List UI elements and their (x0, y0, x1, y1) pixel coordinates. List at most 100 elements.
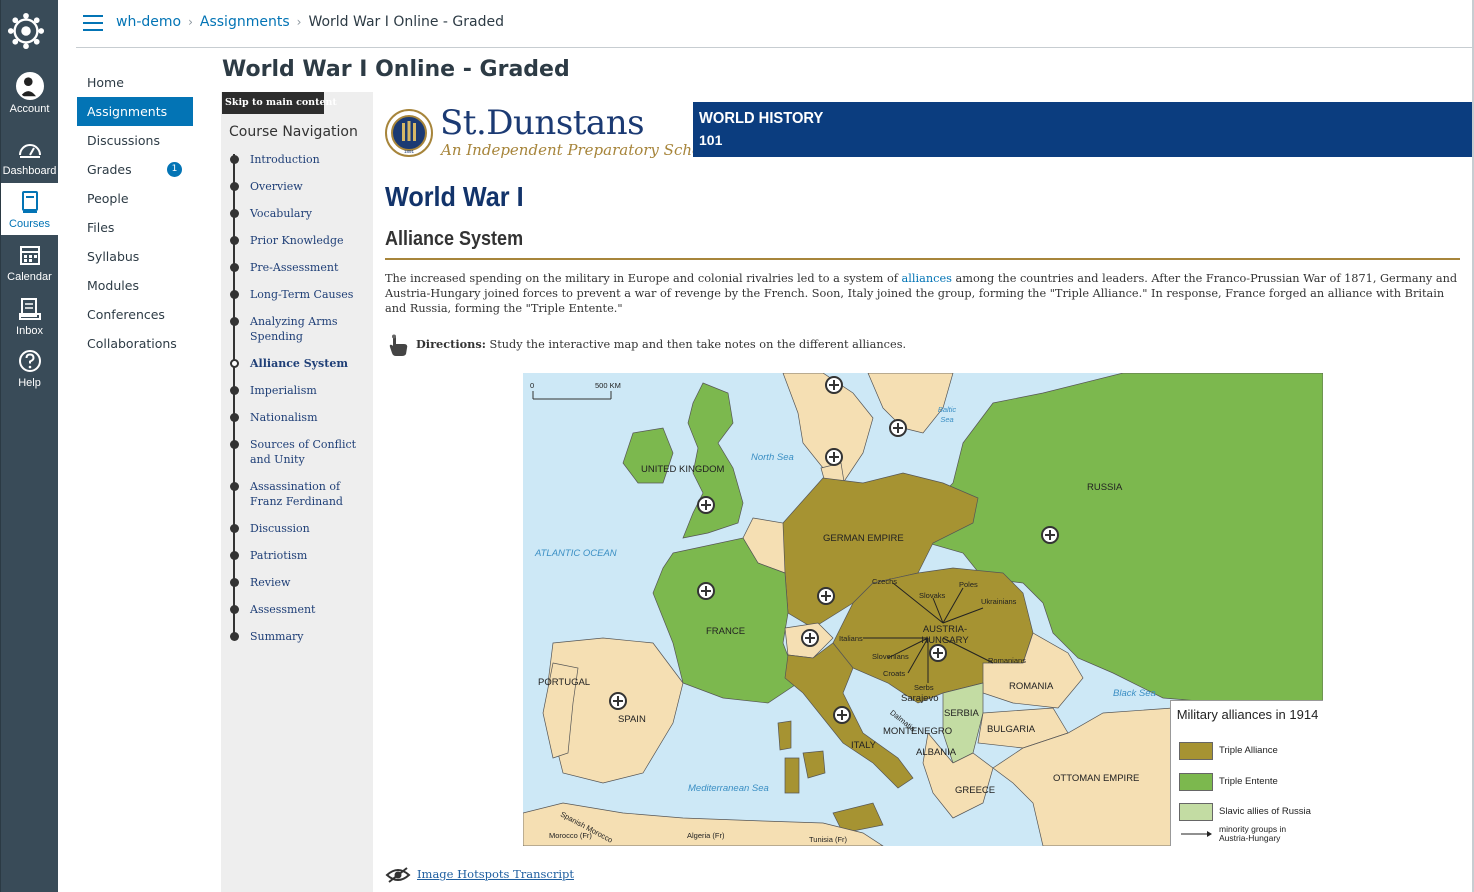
legend-label: minority groups in Austria-Hungary (1219, 824, 1287, 843)
course-nav-grades[interactable]: Grades 1 (77, 155, 193, 184)
breadcrumb-course-link[interactable]: wh-demo (116, 14, 181, 30)
topic-assassination[interactable]: Assassination of Franz Ferdinand (230, 479, 370, 509)
topic-label: Nationalism (250, 411, 318, 424)
map-hotspot-austria-hungary[interactable] (929, 644, 947, 662)
global-nav-account[interactable]: Account (1, 72, 58, 124)
map-label-romanians: Romanians (988, 656, 1026, 665)
topic-label: Long-Term Causes (250, 288, 354, 301)
map-hotspot-scandinavia[interactable] (825, 376, 843, 394)
map-label-north-sea: North Sea (751, 452, 794, 463)
map-legend: Military alliances in 1914 Triple Allian… (1170, 700, 1323, 846)
image-hotspots-transcript-link[interactable]: Image Hotspots Transcript (385, 866, 574, 884)
topic-analyzing-arms-spending[interactable]: Analyzing Arms Spending (230, 314, 370, 344)
map-hotspot-france[interactable] (697, 582, 715, 600)
course-banner-title: WORLD HISTORY (699, 110, 824, 127)
alliances-link[interactable]: alliances (902, 272, 952, 285)
global-nav-help[interactable]: Help (1, 348, 58, 394)
map-scale-zero: 0 (530, 381, 535, 390)
course-nav-conferences[interactable]: Conferences (77, 300, 193, 329)
map-hotspot-switzerland[interactable] (801, 629, 819, 647)
topic-imperialism[interactable]: Imperialism (230, 383, 370, 398)
eye-slash-icon (385, 867, 411, 883)
course-nav-modules[interactable]: Modules (77, 271, 193, 300)
bullet-icon (230, 317, 239, 326)
map-hotspot-spain[interactable] (609, 692, 627, 710)
bullet-icon (230, 605, 239, 614)
map-label-romania: ROMANIA (1009, 681, 1054, 692)
content-subheading: Alliance System (385, 228, 524, 250)
course-nav-people[interactable]: People (77, 184, 193, 213)
course-nav-assignments[interactable]: Assignments (77, 97, 193, 126)
course-nav-files[interactable]: Files (77, 213, 193, 242)
pointing-hand-icon (389, 334, 408, 356)
topic-label: Summary (250, 630, 304, 643)
dashboard-gauge-icon (18, 144, 41, 158)
topic-prior-knowledge[interactable]: Prior Knowledge (230, 233, 370, 248)
canvas-logo-icon[interactable] (7, 12, 45, 50)
topic-nationalism[interactable]: Nationalism (230, 410, 370, 425)
topic-summary[interactable]: Summary (230, 629, 370, 644)
topic-discussion[interactable]: Discussion (230, 521, 370, 536)
paragraph-text-start: The increased spending on the military i… (385, 272, 902, 285)
breadcrumb: wh-demo › Assignments › World War I Online -… (116, 14, 504, 30)
map-label-tunisia: Tunisia (Fr) (809, 835, 848, 844)
breadcrumb-assignments-link[interactable]: Assignments (200, 14, 290, 30)
course-nav-collaborations[interactable]: Collaborations (77, 329, 193, 358)
topic-review[interactable]: Review (230, 575, 370, 590)
topic-label: Introduction (250, 153, 320, 166)
breadcrumb-separator-icon: › (296, 15, 302, 29)
topic-pre-assessment[interactable]: Pre-Assessment (230, 260, 370, 275)
skip-to-main-content-link[interactable]: Skip to main content (222, 92, 337, 114)
topic-label: Overview (250, 180, 303, 193)
topic-sources-of-conflict[interactable]: Sources of Conflict and Unity (230, 437, 370, 467)
map-hotspot-italy[interactable] (833, 706, 851, 724)
bullet-icon (230, 413, 239, 422)
map-label-albania: ALBANIA (916, 747, 957, 758)
map-label-united-kingdom: UNITED KINGDOM (641, 464, 725, 475)
global-nav-inbox[interactable]: Inbox (1, 296, 58, 342)
map-label-greece: GREECE (955, 785, 996, 796)
courses-book-icon (21, 191, 38, 213)
page-title: World War I Online - Graded (222, 57, 570, 82)
map-hotspot-north-sea[interactable] (825, 448, 843, 466)
topic-introduction[interactable]: Introduction (230, 152, 370, 167)
map-label-montenegro: MONTENEGRO (883, 726, 953, 737)
help-question-icon (18, 350, 41, 372)
course-nav-home[interactable]: Home (77, 68, 193, 97)
topic-vocabulary[interactable]: Vocabulary (230, 206, 370, 221)
directions-label: Directions: (416, 337, 486, 351)
legend-label: Slavic allies of Russia (1219, 806, 1311, 817)
bullet-icon (230, 578, 239, 587)
course-nav-discussions[interactable]: Discussions (77, 126, 193, 155)
global-nav-dashboard[interactable]: Dashboard (1, 136, 58, 182)
subheading-divider (385, 258, 1460, 260)
topic-patriotism[interactable]: Patriotism (230, 548, 370, 563)
map-label-ukrainians: Ukrainians (981, 597, 1017, 606)
hamburger-menu-icon[interactable] (83, 15, 103, 31)
course-nav-syllabus[interactable]: Syllabus (77, 242, 193, 271)
topic-label: Discussion (250, 522, 310, 535)
global-nav-help-label: Help (18, 377, 41, 389)
topic-label: Pre-Assessment (250, 261, 339, 274)
topic-assessment[interactable]: Assessment (230, 602, 370, 617)
map-hotspot-sweden[interactable] (889, 419, 907, 437)
school-tagline: An Independent Preparatory School (441, 141, 715, 159)
map-hotspot-german-empire[interactable] (817, 587, 835, 605)
global-nav-inbox-label: Inbox (16, 325, 43, 337)
school-logo: 1891 St.Dunstans An Independent Preparat… (385, 103, 715, 162)
bullet-icon (230, 155, 239, 164)
global-nav-account-label: Account (9, 103, 50, 115)
topic-overview[interactable]: Overview (230, 179, 370, 194)
map-label-slovenians: Slovenians (872, 652, 909, 661)
topic-alliance-system-current[interactable]: Alliance System (230, 356, 370, 371)
map-label-bulgaria: BULGARIA (987, 724, 1036, 735)
legend-swatch (1179, 773, 1213, 791)
map-label-france: FRANCE (706, 626, 746, 637)
alliance-paragraph: The increased spending on the military i… (385, 271, 1460, 316)
global-nav-calendar[interactable]: Calendar (1, 242, 58, 288)
map-hotspot-united-kingdom[interactable] (697, 496, 715, 514)
topic-long-term-causes[interactable]: Long-Term Causes (230, 287, 370, 302)
map-label-spain: SPAIN (618, 714, 646, 725)
global-nav-courses[interactable]: Courses (1, 183, 58, 235)
map-hotspot-russia[interactable] (1041, 526, 1059, 544)
